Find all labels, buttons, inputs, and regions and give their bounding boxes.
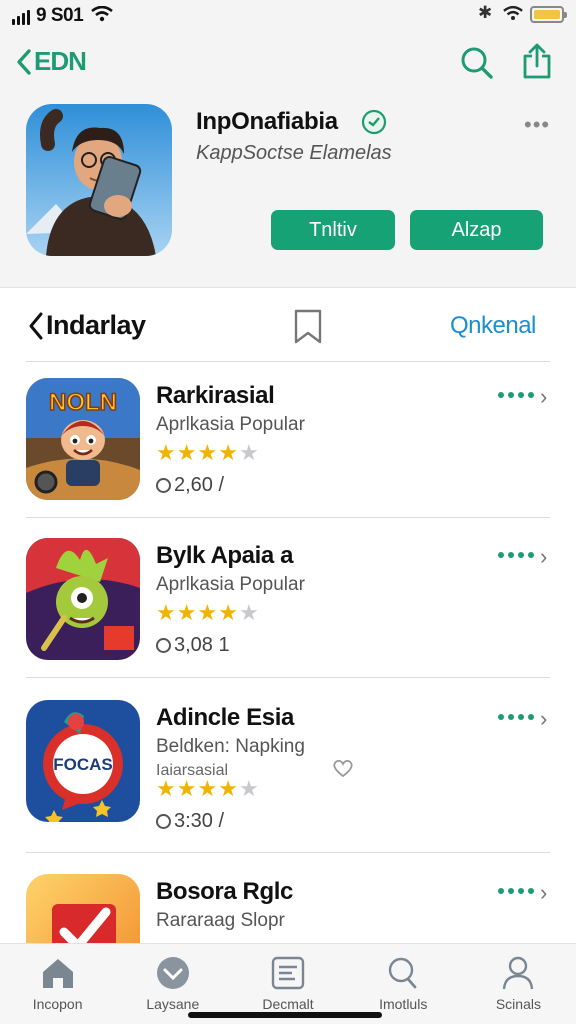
star-icon: ★ <box>238 440 259 465</box>
star-icon: ★ <box>176 440 197 465</box>
person-icon <box>500 954 536 992</box>
divider <box>26 361 550 362</box>
tab-label: Laysane <box>146 996 200 1012</box>
rating-count: 3:30 / <box>156 810 224 833</box>
chevron-left-icon <box>17 48 31 75</box>
bookmark-button[interactable] <box>293 309 323 350</box>
star-icon: ★ <box>238 776 259 801</box>
thumbnail-text: NOLN <box>49 389 117 416</box>
secondary-action-button[interactable]: Alzap <box>410 210 543 250</box>
search-icon <box>385 954 421 992</box>
divider <box>26 517 550 518</box>
divider <box>26 852 550 853</box>
verified-badge-icon <box>360 108 388 141</box>
star-icon: ★ <box>218 776 238 801</box>
app-thumbnail: FOCAS <box>26 700 140 822</box>
star-icon: ★ <box>156 776 176 801</box>
star-icon: ★ <box>238 600 259 625</box>
star-rating: ★ ★ ★ ★ ★ <box>156 602 259 624</box>
circle-icon <box>156 814 171 829</box>
app-name: InpOnafiabia <box>196 108 338 135</box>
primary-action-button[interactable]: Tnltiv <box>271 210 395 250</box>
list-item[interactable]: Bosora Rglc Rararaag Slopr › <box>0 874 576 943</box>
tab-scinals[interactable]: Scinals <box>461 944 576 1024</box>
list-item[interactable]: FOCAS Adincle Esia Beldken: Napking Iaia… <box>0 700 576 858</box>
list-item-title: Rarkirasial <box>156 382 275 409</box>
share-button[interactable] <box>520 42 554 85</box>
circle-icon <box>156 478 171 493</box>
app-thumbnail: NOLN <box>26 378 140 500</box>
rating-count: 2,60 / <box>156 474 224 497</box>
back-button[interactable]: EDN <box>16 46 87 77</box>
rating-count: 3,08 1 <box>156 634 230 657</box>
chevron-right-icon[interactable]: › <box>540 706 547 732</box>
star-icon: ★ <box>218 440 238 465</box>
star-icon: ★ <box>218 600 238 625</box>
wifi-icon <box>503 5 523 26</box>
status-time: 9 S01 <box>36 5 84 26</box>
chevron-right-icon[interactable]: › <box>540 544 547 570</box>
more-dots-icon[interactable] <box>498 888 534 894</box>
tab-label: Incopon <box>32 996 83 1012</box>
thumbnail-text: FOCAS <box>53 755 113 774</box>
app-thumbnail <box>26 538 140 660</box>
section-link[interactable]: Qnkenal <box>450 312 536 340</box>
back-label: EDN <box>34 46 87 76</box>
star-icon: ★ <box>156 440 176 465</box>
tab-label: Scinals <box>495 996 541 1012</box>
status-bar: 9 S01 ✱ <box>0 0 576 34</box>
signal-icon <box>12 10 30 25</box>
search-button[interactable] <box>460 46 494 85</box>
star-rating: ★ ★ ★ ★ ★ <box>156 442 259 464</box>
star-icon: ★ <box>197 600 218 625</box>
home-icon <box>40 954 76 992</box>
tab-label: Decmalt <box>262 996 314 1012</box>
wifi-icon <box>91 5 113 27</box>
star-icon: ★ <box>176 600 197 625</box>
share-icon <box>523 43 551 79</box>
bluetooth-icon: ✱ <box>478 3 493 22</box>
chevron-right-icon[interactable]: › <box>540 880 547 906</box>
list-item[interactable]: Bylk Apaia a Aprlkasia Popular ★ ★ ★ ★ ★ 3,0… <box>0 538 576 696</box>
heart-icon <box>155 954 191 992</box>
list-item-subtitle: Rararaag Slopr <box>156 910 285 931</box>
list-item-subtitle: Aprlkasia Popular <box>156 414 305 435</box>
star-icon: ★ <box>176 776 197 801</box>
home-indicator[interactable] <box>188 1012 382 1018</box>
list-item-title: Bylk Apaia a <box>156 542 294 569</box>
tab-label: Imotluls <box>379 996 428 1012</box>
chevron-left-icon <box>29 312 43 339</box>
circle-icon <box>156 638 171 653</box>
section-title: Indarlay <box>46 310 146 340</box>
heart-icon[interactable] <box>332 758 354 783</box>
list-item-subtitle: Aprlkasia Popular <box>156 574 305 595</box>
app-thumbnail <box>26 874 140 943</box>
search-icon <box>461 47 493 79</box>
bookmark-icon <box>294 309 322 344</box>
star-icon: ★ <box>197 776 218 801</box>
tab-incopon[interactable]: Incopon <box>0 944 115 1024</box>
more-options-icon[interactable]: ••• <box>524 112 550 138</box>
more-dots-icon[interactable] <box>498 552 534 558</box>
star-icon: ★ <box>197 440 218 465</box>
chevron-right-icon[interactable]: › <box>540 384 547 410</box>
divider <box>26 677 550 678</box>
star-icon: ★ <box>156 600 176 625</box>
star-rating: ★ ★ ★ ★ ★ <box>156 778 259 800</box>
app-icon <box>26 104 172 256</box>
list-item-subtitle: Beldken: Napking <box>156 736 305 757</box>
more-dots-icon[interactable] <box>498 392 534 398</box>
section-back-button[interactable]: Indarlay <box>28 310 146 341</box>
list-item-title: Bosora Rglc <box>156 878 293 905</box>
list-item-title: Adincle Esia <box>156 704 294 731</box>
list-item[interactable]: NOLN Rarkirasial Aprlkasia Popular ★ ★ ★ ★ ★… <box>0 378 576 536</box>
app-subtitle: KappSoctse Elamelas <box>196 142 392 164</box>
document-icon <box>270 954 306 992</box>
battery-icon <box>530 6 567 23</box>
more-dots-icon[interactable] <box>498 714 534 720</box>
